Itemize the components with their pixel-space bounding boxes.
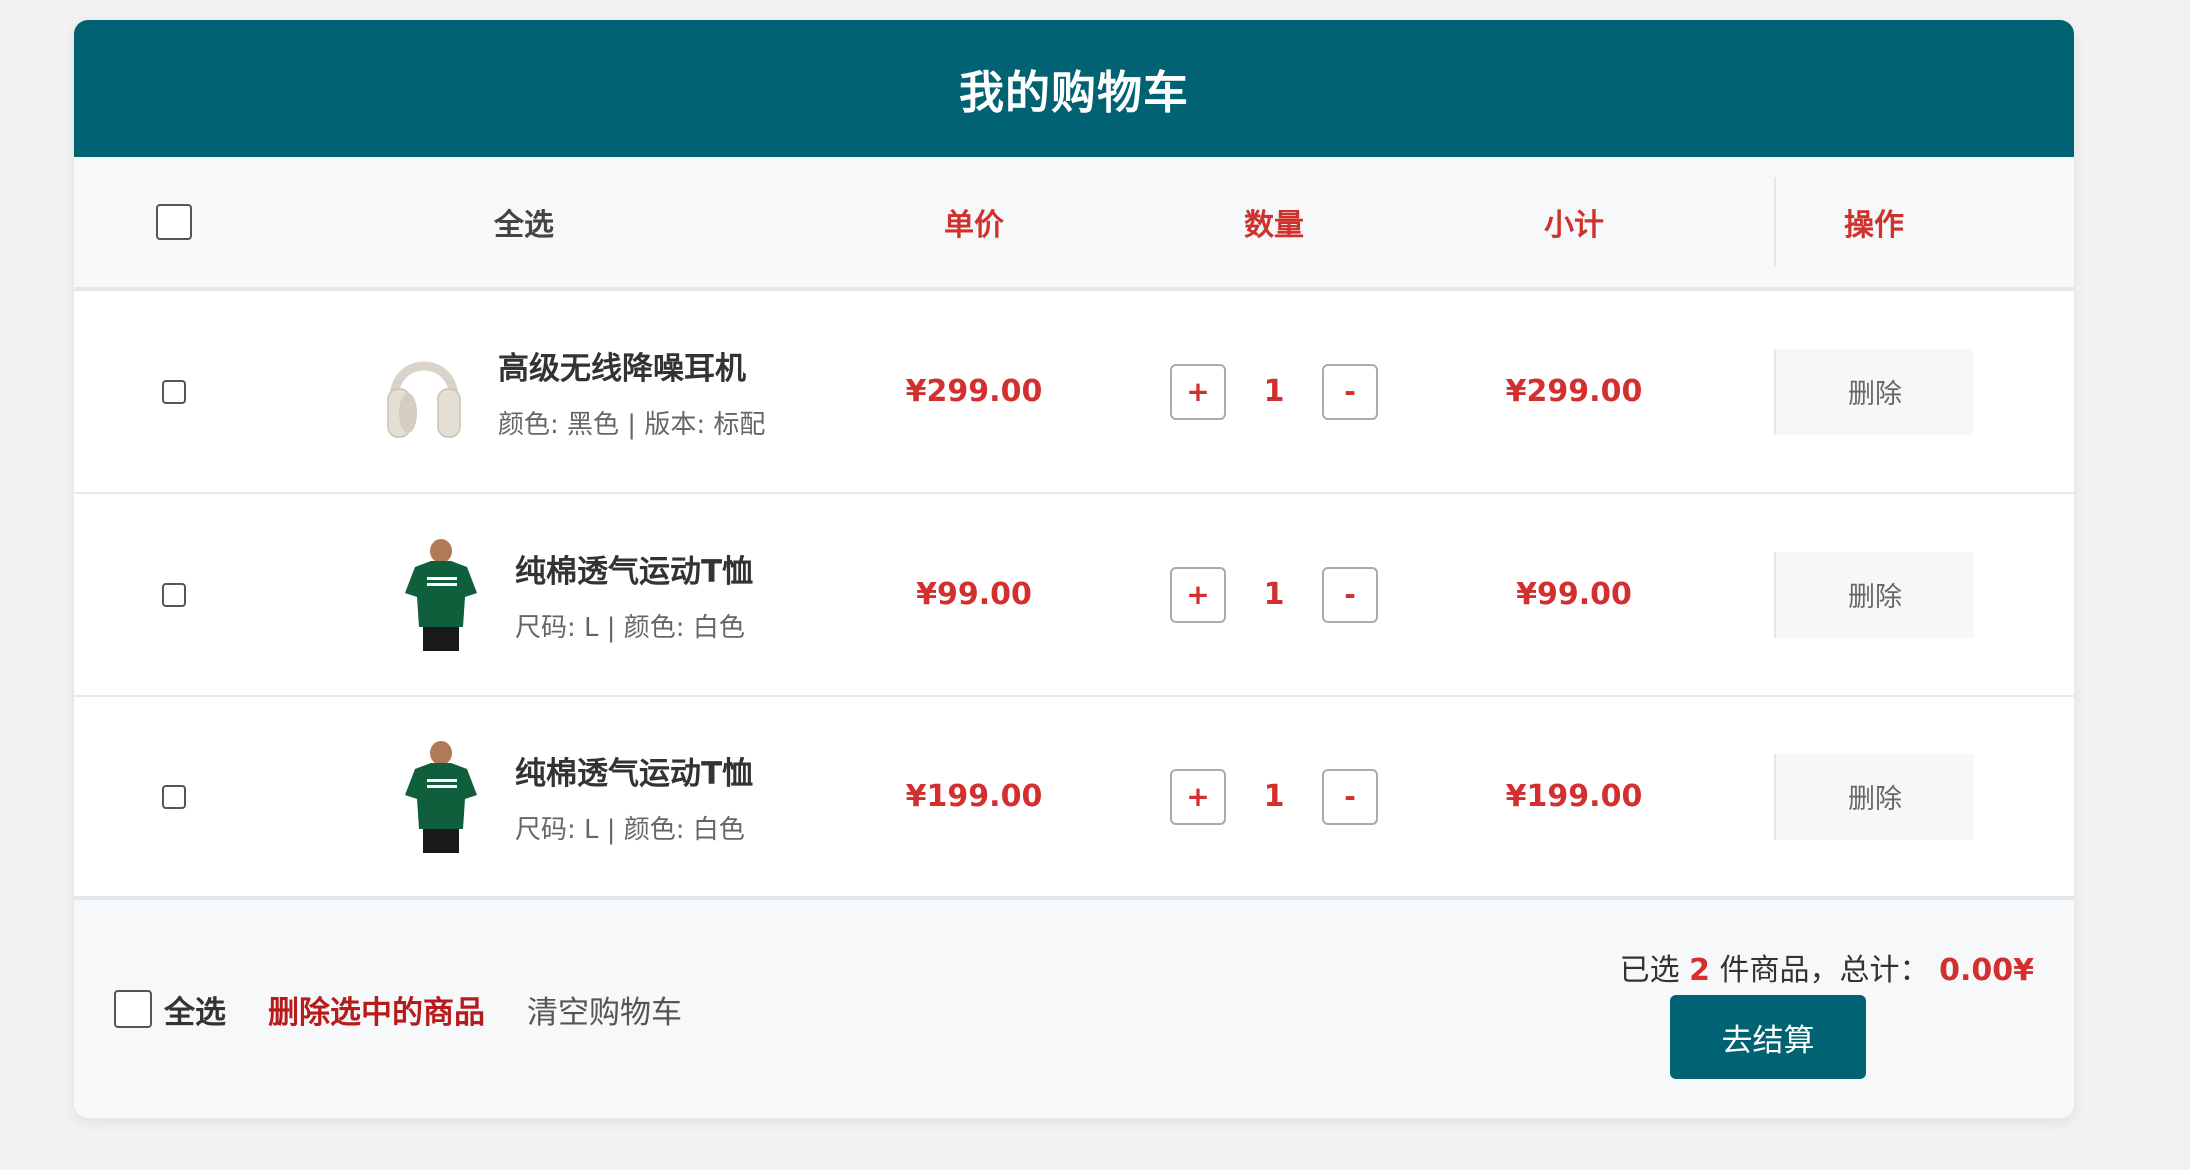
- table-header: 全选 单价 数量 小计 操作: [74, 157, 2074, 291]
- item-checkbox-cell: [74, 291, 274, 492]
- header-action-cell: 操作: [1774, 157, 1974, 287]
- cart-item-row: 纯棉透气运动T恤 尺码: L | 颜色: 白色 ¥199.00 + 1 - ¥1…: [74, 697, 2074, 900]
- item-attributes: 颜色: 黑色 | 版本: 标配: [498, 409, 766, 440]
- total-amount: 0.00¥: [1939, 953, 2034, 988]
- item-action-cell: 删除: [1774, 291, 1974, 492]
- item-qty-cell: + 1 -: [1124, 291, 1424, 492]
- checkout-button[interactable]: 去结算: [1670, 995, 1866, 1079]
- headphones-image: [384, 332, 464, 452]
- cart-footer: 全选 删除选中的商品 清空购物车 已选 2 件商品，总计： 0.00¥ 去结算: [74, 900, 2074, 1118]
- summary-middle: 件商品，总计：: [1719, 953, 1930, 988]
- item-checkbox-cell: [74, 697, 274, 896]
- item-info: 高级无线降噪耳机 颜色: 黑色 | 版本: 标配: [498, 343, 765, 441]
- shopping-cart-panel: 我的购物车 全选 单价 数量 小计 操作 高级无线降噪耳机 颜色: 黑色 | 版…: [74, 20, 2074, 1118]
- footer-actions: 全选 删除选中的商品 清空购物车: [114, 900, 682, 1118]
- footer-select-all-label[interactable]: 全选: [164, 987, 226, 1032]
- order-summary: 已选 2 件商品，总计： 0.00¥: [1620, 945, 2034, 989]
- item-unit-price: ¥199.00: [905, 779, 1043, 814]
- cart-item-row: 高级无线降噪耳机 颜色: 黑色 | 版本: 标配 ¥299.00 + 1 - ¥…: [74, 291, 2074, 494]
- item-subtotal: ¥199.00: [1505, 779, 1643, 814]
- header-quantity-cell: 数量: [1124, 157, 1424, 287]
- item-name[interactable]: 高级无线降噪耳机: [498, 343, 765, 388]
- delete-item-button[interactable]: 删除: [1774, 551, 1974, 638]
- item-price-cell: ¥299.00: [824, 291, 1124, 492]
- quantity-increase-button[interactable]: +: [1170, 566, 1226, 623]
- header-checkbox-cell: [74, 157, 274, 287]
- quantity-increase-button[interactable]: +: [1170, 363, 1226, 420]
- header-action-label: 操作: [1844, 208, 1904, 243]
- item-product: 纯棉透气运动T恤 尺码: L | 颜色: 白色: [401, 697, 753, 896]
- item-subtotal-cell: ¥299.00: [1424, 291, 1724, 492]
- item-price-cell: ¥99.00: [824, 494, 1124, 695]
- quantity-value: 1: [1263, 577, 1285, 612]
- quantity-decrease-button[interactable]: -: [1322, 363, 1378, 420]
- summary-prefix: 已选: [1619, 953, 1680, 988]
- item-checkbox-cell: [74, 494, 274, 695]
- quantity-value: 1: [1263, 779, 1285, 814]
- quantity-value: 1: [1263, 374, 1285, 409]
- quantity-increase-button[interactable]: +: [1170, 768, 1226, 825]
- item-info: 纯棉透气运动T恤 尺码: L | 颜色: 白色: [515, 546, 753, 644]
- quantity-decrease-button[interactable]: -: [1322, 566, 1378, 623]
- delete-selected-link[interactable]: 删除选中的商品: [268, 987, 485, 1032]
- item-product: 高级无线降噪耳机 颜色: 黑色 | 版本: 标配: [384, 291, 765, 492]
- item-attributes: 尺码: L | 颜色: 白色: [515, 612, 745, 643]
- item-checkbox[interactable]: [162, 784, 186, 809]
- selected-count: 2: [1689, 953, 1710, 988]
- item-name[interactable]: 纯棉透气运动T恤: [515, 748, 753, 793]
- header-select-all-label: 全选: [494, 208, 554, 243]
- header-subtotal-label: 小计: [1544, 208, 1604, 243]
- select-all-checkbox[interactable]: [156, 204, 192, 240]
- page-title: 我的购物车: [958, 66, 1189, 119]
- item-price-cell: ¥199.00: [824, 697, 1124, 896]
- header-select-all-cell: 全选: [274, 157, 774, 287]
- item-subtotal: ¥299.00: [1505, 374, 1643, 409]
- footer-select-all-checkbox[interactable]: [114, 990, 152, 1028]
- item-name[interactable]: 纯棉透气运动T恤: [515, 546, 753, 591]
- header-subtotal-cell: 小计: [1424, 157, 1724, 287]
- cart-item-row: 纯棉透气运动T恤 尺码: L | 颜色: 白色 ¥99.00 + 1 - ¥99…: [74, 494, 2074, 697]
- header-price-cell: 单价: [824, 157, 1124, 287]
- item-checkbox[interactable]: [162, 582, 186, 607]
- cart-header: 我的购物车: [74, 20, 2074, 157]
- delete-item-button[interactable]: 删除: [1774, 348, 1974, 435]
- item-qty-cell: + 1 -: [1124, 697, 1424, 896]
- delete-item-button[interactable]: 删除: [1774, 753, 1974, 840]
- green-tshirt-image: [401, 737, 481, 857]
- quantity-decrease-button[interactable]: -: [1322, 768, 1378, 825]
- item-product: 纯棉透气运动T恤 尺码: L | 颜色: 白色: [401, 494, 753, 695]
- item-info: 纯棉透气运动T恤 尺码: L | 颜色: 白色: [515, 748, 753, 846]
- cart-items: 高级无线降噪耳机 颜色: 黑色 | 版本: 标配 ¥299.00 + 1 - ¥…: [74, 291, 2074, 900]
- item-subtotal-cell: ¥199.00: [1424, 697, 1724, 896]
- item-action-cell: 删除: [1774, 697, 1974, 896]
- quantity-stepper: + 1 -: [1170, 566, 1378, 623]
- quantity-stepper: + 1 -: [1170, 363, 1378, 420]
- item-attributes: 尺码: L | 颜色: 白色: [515, 814, 745, 845]
- item-checkbox[interactable]: [162, 379, 186, 404]
- item-subtotal: ¥99.00: [1516, 577, 1632, 612]
- item-qty-cell: + 1 -: [1124, 494, 1424, 695]
- clear-cart-link[interactable]: 清空购物车: [527, 987, 682, 1032]
- header-quantity-label: 数量: [1244, 208, 1304, 243]
- item-unit-price: ¥99.00: [916, 577, 1032, 612]
- item-action-cell: 删除: [1774, 494, 1974, 695]
- green-tshirt-image: [401, 535, 481, 655]
- item-subtotal-cell: ¥99.00: [1424, 494, 1724, 695]
- quantity-stepper: + 1 -: [1170, 768, 1378, 825]
- header-price-label: 单价: [944, 208, 1004, 243]
- item-unit-price: ¥299.00: [905, 374, 1043, 409]
